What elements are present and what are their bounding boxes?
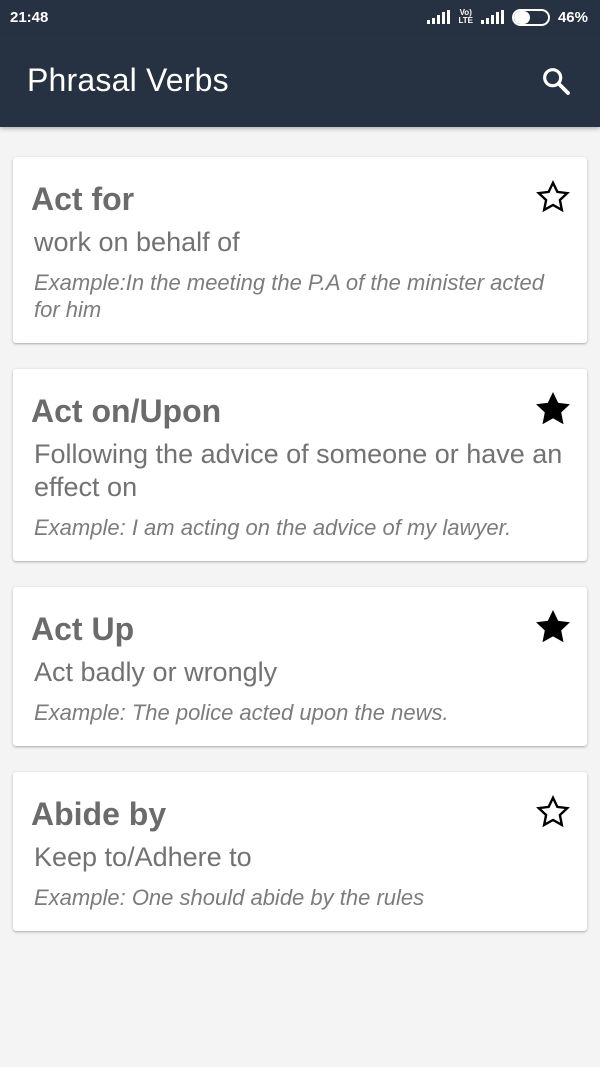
status-time: 21:48	[10, 8, 49, 26]
verb-meaning: Keep to/Adhere to	[34, 842, 252, 872]
phrasal-verb-list: Act for work on behalf of Example:In the…	[13, 157, 587, 957]
volte-icon: Vo) LTE	[458, 8, 473, 25]
battery-fill	[513, 10, 530, 24]
verb-title: Abide by	[31, 796, 167, 832]
verb-title: Act Up	[31, 611, 135, 647]
phrasal-verb-card[interactable]: Act on/Upon Following the advice of some…	[13, 369, 587, 561]
battery-percent: 46%	[557, 8, 588, 26]
verb-title: Act for	[31, 181, 135, 217]
favorite-button[interactable]	[533, 389, 573, 429]
verb-meaning: work on behalf of	[34, 227, 240, 257]
page-title: Phrasal Verbs	[27, 62, 229, 98]
search-icon	[543, 67, 570, 95]
verb-meaning: Following the advice of someone or have …	[34, 439, 563, 502]
battery-icon	[511, 8, 550, 26]
phrasal-verb-card[interactable]: Abide by Keep to/Adhere to Example: One …	[13, 772, 587, 931]
signal-icon	[480, 10, 504, 24]
signal-icon	[427, 10, 451, 24]
verb-meaning: Act badly or wrongly	[34, 657, 278, 687]
favorite-button[interactable]	[533, 177, 573, 217]
app-bar: Phrasal Verbs	[0, 34, 600, 127]
star-outline-icon	[536, 794, 570, 828]
favorite-button[interactable]	[533, 792, 573, 832]
star-filled-icon	[536, 609, 570, 643]
search-button[interactable]	[536, 61, 576, 101]
status-icons: Vo) LTE 46%	[427, 8, 588, 26]
verb-example: Example: I am acting on the advice of my…	[34, 515, 512, 540]
verb-example: Example: One should abide by the rules	[34, 885, 425, 910]
phrasal-verb-card[interactable]: Act Up Act badly or wrongly Example: The…	[13, 587, 587, 746]
star-filled-icon	[536, 391, 570, 425]
favorite-button[interactable]	[533, 607, 573, 647]
status-bar: 21:48 Vo) LTE 46%	[0, 0, 600, 34]
verb-example: Example:In the meeting the P.A of the mi…	[34, 270, 544, 322]
verb-example: Example: The police acted upon the news.	[34, 700, 449, 725]
star-outline-icon	[536, 179, 570, 213]
verb-title: Act on/Upon	[31, 393, 222, 429]
phrasal-verb-card[interactable]: Act for work on behalf of Example:In the…	[13, 157, 587, 343]
